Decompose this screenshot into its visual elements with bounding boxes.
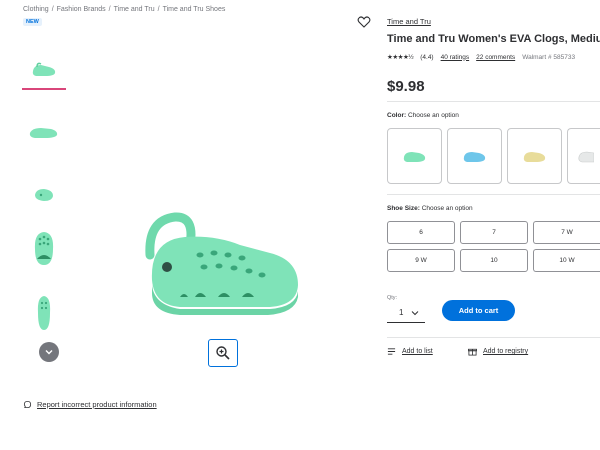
breadcrumb-clothing[interactable]: Clothing — [23, 6, 49, 13]
zoom-in-icon — [216, 346, 230, 360]
report-info: Report incorrect product information — [23, 400, 157, 409]
breadcrumb-time-and-tru-shoes[interactable]: Time and Tru Shoes — [163, 6, 226, 13]
size-option-9w[interactable]: 9 W — [387, 249, 455, 272]
list-icon — [387, 348, 396, 355]
color-label-hint: Choose an option — [407, 112, 459, 119]
thumbnail-angled-view[interactable] — [22, 112, 66, 152]
clog-thumbnail-image — [34, 232, 54, 265]
report-incorrect-info-link[interactable]: Report incorrect product information — [37, 400, 157, 409]
add-to-list-button[interactable]: Add to list — [387, 347, 433, 356]
thumbnail-side-view[interactable] — [22, 50, 66, 90]
breadcrumb-fashion-brands[interactable]: Fashion Brands — [57, 6, 106, 13]
walmart-sku: Walmart # 585733 — [522, 53, 576, 61]
comments-count-link[interactable]: 22 comments — [476, 54, 515, 61]
clog-swatch-image — [523, 152, 545, 162]
size-label-hint: Choose an option — [421, 205, 473, 212]
divider — [387, 194, 600, 195]
product-title: Time and Tru Women's EVA Clogs, Medium — [387, 33, 600, 45]
size-option-10[interactable]: 10 — [460, 249, 528, 272]
breadcrumb-separator: / — [51, 6, 54, 13]
size-option-10w[interactable]: 10 W — [533, 249, 600, 272]
heart-icon[interactable] — [357, 15, 371, 29]
new-badge: NEW — [23, 18, 42, 26]
thumbnail-top-view[interactable] — [22, 228, 66, 268]
add-to-registry-button[interactable]: Add to registry — [468, 347, 528, 356]
chevron-down-icon — [411, 310, 419, 315]
rating-row: ★★★★½ (4.4) 40 ratings 22 comments Walma… — [387, 53, 576, 62]
size-label-title: Shoe Size: — [387, 205, 420, 212]
color-swatch-yellow[interactable] — [507, 128, 562, 184]
chat-bubble-icon — [23, 400, 32, 409]
rating-value: (4.4) — [420, 53, 434, 61]
divider — [387, 101, 600, 102]
clog-swatch-image — [403, 152, 425, 162]
color-swatch-white[interactable] — [567, 128, 600, 184]
thumbnail-sole-view[interactable] — [22, 290, 66, 336]
thumbnail-scroll-down-button[interactable] — [39, 342, 59, 362]
clog-thumbnail-image — [29, 128, 58, 138]
breadcrumb-separator: / — [157, 6, 160, 13]
breadcrumb-time-and-tru[interactable]: Time and Tru — [114, 6, 155, 13]
chevron-down-icon — [45, 350, 53, 355]
divider — [387, 337, 600, 338]
price: $9.98 — [387, 78, 425, 95]
color-label: Color: Choose an option — [387, 112, 459, 119]
breadcrumb: Clothing / Fashion Brands / Time and Tru… — [23, 6, 225, 13]
clog-thumbnail-image — [32, 62, 56, 76]
add-to-registry-label: Add to registry — [483, 348, 529, 355]
gift-icon — [468, 348, 477, 356]
product-main-image — [145, 212, 298, 315]
add-to-list-label: Add to list — [402, 348, 433, 355]
ratings-count-link[interactable]: 40 ratings — [441, 54, 470, 61]
brand-link[interactable]: Time and Tru — [387, 17, 431, 26]
size-option-6[interactable]: 6 — [387, 221, 455, 244]
thumbnail-back-view[interactable] — [22, 174, 66, 214]
breadcrumb-separator: / — [108, 6, 111, 13]
qty-value: 1 — [399, 308, 404, 317]
qty-label: Qty: — [387, 295, 398, 301]
clog-swatch-image — [463, 152, 485, 162]
clog-swatch-image — [578, 151, 594, 163]
color-swatch-mint[interactable] — [387, 128, 442, 184]
size-option-7w[interactable]: 7 W — [533, 221, 600, 244]
clog-thumbnail-image — [37, 296, 51, 330]
color-swatch-blue[interactable] — [447, 128, 502, 184]
qty-select[interactable]: 1 — [387, 303, 425, 323]
color-label-title: Color: — [387, 112, 407, 119]
zoom-button[interactable] — [208, 339, 238, 367]
size-option-7[interactable]: 7 — [460, 221, 528, 244]
size-label: Shoe Size: Choose an option — [387, 205, 473, 212]
star-rating-icon: ★★★★½ — [387, 54, 414, 61]
add-to-cart-button[interactable]: Add to cart — [442, 300, 515, 321]
clog-thumbnail-image — [35, 189, 53, 201]
